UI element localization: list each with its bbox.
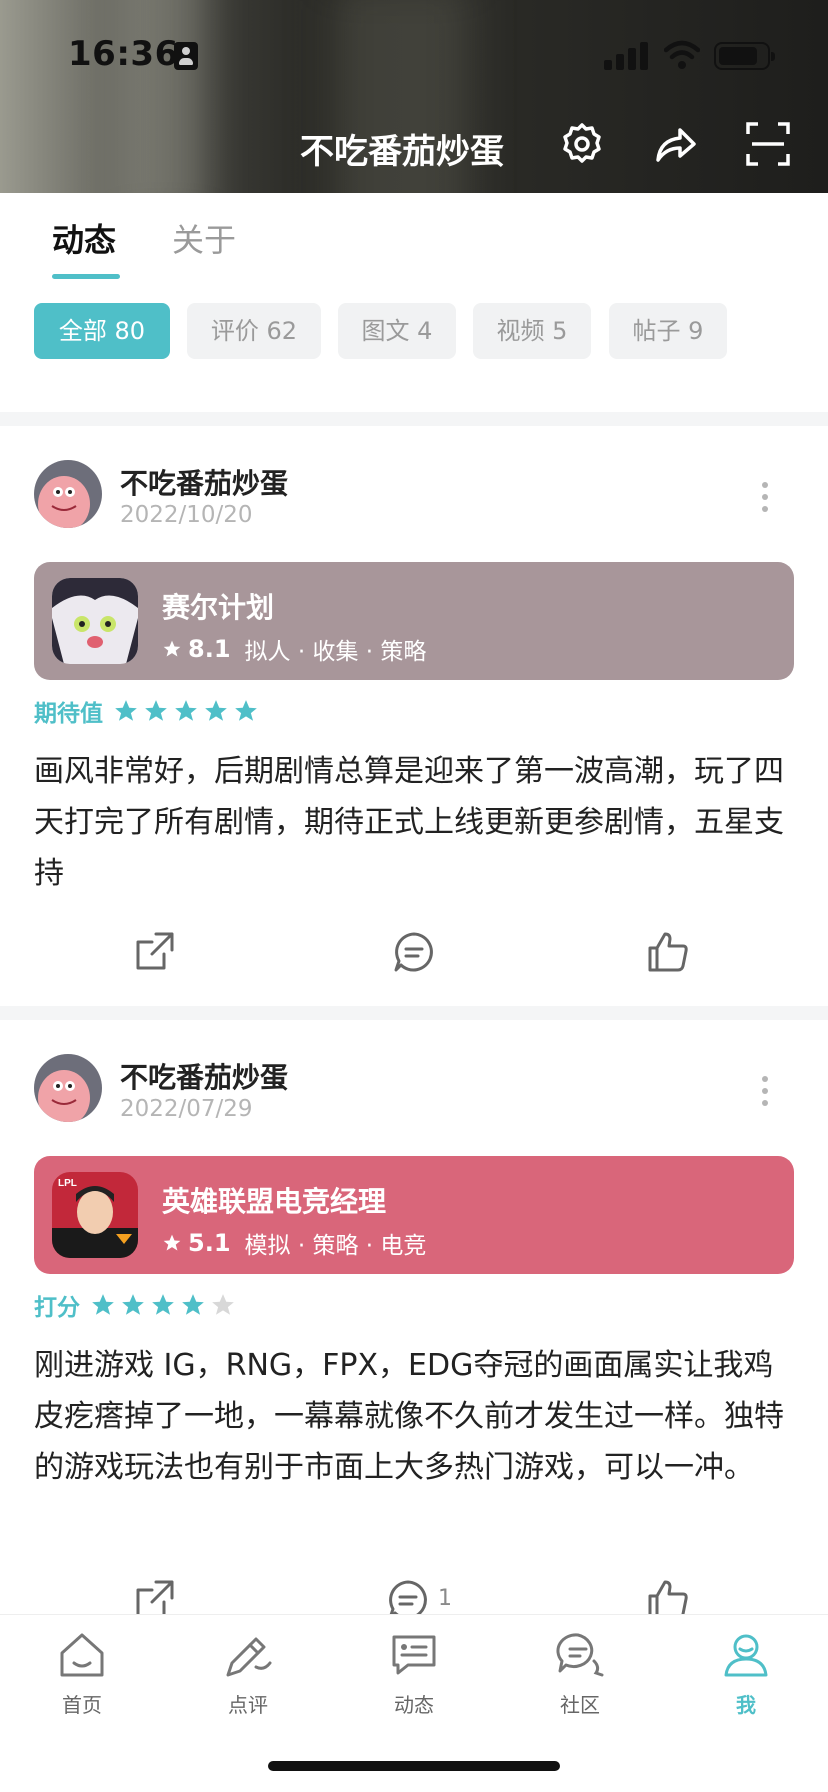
post-author[interactable]: 不吃番茄炒蛋 [120, 1056, 288, 1096]
cellular-signal-icon [604, 42, 648, 70]
filter-reviews[interactable]: 评价 62 [187, 303, 321, 359]
nav-review[interactable]: 点评 [193, 1627, 303, 1727]
wifi-icon [664, 40, 700, 69]
profile-icon [724, 1634, 768, 1677]
feed-post: 不吃番茄炒蛋 2022/10/20 赛尔计划 8.1 拟人 · 收集 · 策略 … [0, 426, 828, 1006]
comment-icon[interactable] [384, 1576, 432, 1614]
game-meta: 5.1 模拟 · 策略 · 电竞 [162, 1226, 426, 1260]
share-icon[interactable] [650, 120, 698, 168]
star-icon [163, 640, 181, 657]
star-filled-icon [122, 1294, 144, 1315]
nav-home[interactable]: 首页 [27, 1627, 137, 1727]
post-actions [0, 928, 828, 978]
community-chat-icon [556, 1633, 604, 1677]
section-divider [0, 1006, 828, 1020]
star-filled-icon [145, 700, 167, 721]
filter-posts[interactable]: 帖子 9 [609, 303, 727, 359]
game-icon [52, 578, 138, 664]
svg-text:LPL: LPL [58, 1178, 77, 1189]
star-icon [163, 1234, 181, 1251]
post-author[interactable]: 不吃番茄炒蛋 [120, 462, 288, 502]
feed-icon [392, 1635, 436, 1675]
filter-images[interactable]: 图文 4 [338, 303, 456, 359]
nav-label: 点评 [228, 1693, 268, 1717]
star-empty-icon [212, 1294, 234, 1315]
rating-label: 打分 [34, 1295, 80, 1321]
status-time: 16:36 [68, 34, 179, 74]
contact-card-icon [174, 42, 198, 70]
tab-active-indicator [52, 274, 120, 279]
post-date: 2022/07/29 [120, 1096, 253, 1122]
nav-feed[interactable]: 动态 [359, 1627, 469, 1727]
game-score: 8.1 [188, 635, 231, 663]
star-filled-icon [152, 1294, 174, 1315]
rating-row: 期待值 [34, 696, 263, 727]
more-options-icon[interactable] [762, 1076, 770, 1112]
game-icon: LPL [52, 1172, 138, 1258]
star-filled-icon [92, 1294, 114, 1315]
avatar[interactable] [34, 460, 102, 528]
profile-header: 16:36 不吃番茄炒蛋 [0, 0, 828, 193]
star-filled-icon [182, 1294, 204, 1315]
nav-label: 动态 [394, 1693, 434, 1717]
post-content: 刚进游戏 IG，RNG，FPX，EDG夺冠的画面属实让我鸡皮疙瘩掉了一地，一幕幕… [34, 1348, 784, 1485]
post-content: 画风非常好，后期剧情总算是迎来了第一波高潮，玩了四天打完了所有剧情，期待正式上线… [34, 754, 784, 891]
post-actions: 1 [0, 1576, 828, 1614]
scan-icon[interactable] [744, 120, 792, 168]
comment-icon[interactable] [390, 928, 438, 976]
page-title: 不吃番茄炒蛋 [300, 132, 504, 172]
star-filled-icon [115, 700, 137, 721]
rating-row: 打分 [34, 1290, 240, 1321]
share-out-icon[interactable] [130, 928, 178, 976]
status-bar: 16:36 [0, 0, 828, 110]
nav-label: 我 [736, 1693, 756, 1717]
section-divider [0, 412, 828, 426]
avatar[interactable] [34, 1054, 102, 1122]
nav-profile[interactable]: 我 [691, 1627, 801, 1727]
game-title: 赛尔计划 [162, 591, 275, 624]
post-date: 2022/10/20 [120, 502, 253, 528]
rating-label: 期待值 [34, 701, 103, 727]
nav-label: 首页 [62, 1693, 102, 1717]
comment-count: 1 [438, 1586, 452, 1611]
filter-videos[interactable]: 视频 5 [473, 303, 591, 359]
star-filled-icon [235, 700, 257, 721]
filter-all[interactable]: 全部 80 [34, 303, 170, 359]
game-tags: 模拟 · 策略 · 电竞 [244, 1233, 427, 1259]
tab-about[interactable]: 关于 [172, 215, 236, 261]
home-icon [60, 1633, 104, 1677]
settings-gear-icon[interactable] [558, 120, 606, 168]
profile-tabs: 动态 关于 [0, 193, 828, 293]
nav-label: 社区 [560, 1693, 600, 1717]
tab-activity[interactable]: 动态 [52, 215, 116, 261]
battery-icon [714, 42, 775, 70]
game-tags: 拟人 · 收集 · 策略 [244, 639, 427, 665]
star-filled-icon [205, 700, 227, 721]
feed-post: 不吃番茄炒蛋 2022/07/29 LPL 英雄联盟电竞经理 5.1 模拟 · … [0, 1020, 828, 1614]
game-score: 5.1 [188, 1229, 231, 1257]
game-card[interactable]: LPL 英雄联盟电竞经理 5.1 模拟 · 策略 · 电竞 [34, 1156, 794, 1274]
more-options-icon[interactable] [762, 482, 770, 518]
review-pen-icon [226, 1637, 272, 1677]
share-out-icon[interactable] [130, 1576, 178, 1614]
star-filled-icon [175, 700, 197, 721]
home-indicator [268, 1761, 560, 1771]
like-thumb-icon[interactable] [644, 928, 692, 976]
like-thumb-icon[interactable] [644, 1576, 692, 1614]
game-card[interactable]: 赛尔计划 8.1 拟人 · 收集 · 策略 [34, 562, 794, 680]
game-title: 英雄联盟电竞经理 [162, 1185, 387, 1218]
nav-community[interactable]: 社区 [525, 1627, 635, 1727]
game-meta: 8.1 拟人 · 收集 · 策略 [162, 632, 426, 666]
